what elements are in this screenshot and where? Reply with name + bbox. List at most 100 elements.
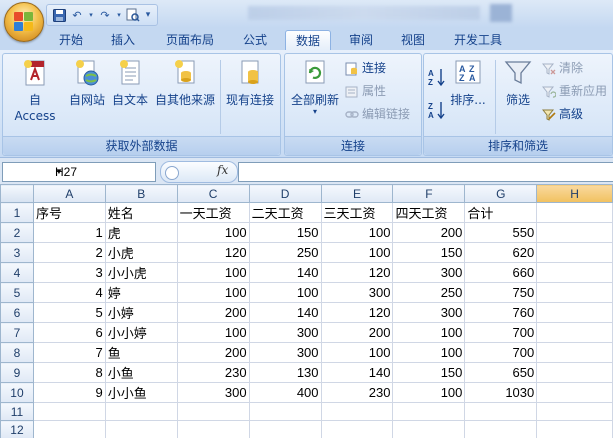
cell[interactable]: 2 [32,242,106,263]
sort-button[interactable]: AZZA 排序... [448,58,488,108]
cell[interactable]: 100 [176,262,250,283]
row-header[interactable]: 11 [0,402,34,421]
cell[interactable]: 300 [392,262,466,283]
cell[interactable]: 750 [464,282,538,303]
row-header[interactable]: 9 [0,362,34,383]
cell[interactable]: 130 [248,362,322,383]
print-preview-icon[interactable] [125,7,141,23]
cell[interactable] [176,402,250,421]
cell[interactable]: 4 [32,282,106,303]
cell[interactable]: 140 [248,262,322,283]
row-header[interactable]: 4 [0,262,34,283]
cell[interactable]: 120 [320,262,394,283]
cell[interactable]: 合计 [464,202,538,223]
row-header[interactable]: 6 [0,302,34,323]
tab-home[interactable]: 开始 [50,30,92,50]
cell[interactable] [536,202,613,223]
cell[interactable]: 700 [464,342,538,363]
cell[interactable]: 120 [176,242,250,263]
sort-descending-button[interactable]: ZA [427,101,447,120]
name-box-dropdown-icon[interactable]: ▼ [55,163,153,181]
cell[interactable]: 100 [392,382,466,403]
cell[interactable] [536,402,613,421]
cell[interactable]: 300 [176,382,250,403]
refresh-all-button[interactable]: 全部刷新 ▾ [288,58,342,116]
row-header[interactable]: 3 [0,242,34,263]
cell[interactable]: 200 [392,222,466,243]
cell[interactable]: 一天工资 [176,202,250,223]
properties-button[interactable]: 属性 [345,83,386,100]
cell[interactable]: 三天工资 [320,202,394,223]
undo-dropdown-icon[interactable]: ▾ [87,7,95,23]
tab-page-layout[interactable]: 页面布局 [158,30,222,50]
cell[interactable] [536,282,613,303]
row-header[interactable]: 12 [0,420,34,438]
cell[interactable]: 小婷 [104,302,178,323]
tab-developer[interactable]: 开发工具 [446,30,510,50]
existing-connections-button[interactable]: 现有连接 [223,58,277,108]
column-header-selected[interactable]: H [536,184,613,203]
clear-filter-button[interactable]: 清除 [542,60,583,77]
formula-input[interactable] [238,162,613,182]
cell[interactable] [536,242,613,263]
office-button[interactable] [4,2,44,42]
cell[interactable]: 100 [176,282,250,303]
cell[interactable]: 7 [32,342,106,363]
cell[interactable]: 100 [392,322,466,343]
cell[interactable]: 100 [248,282,322,303]
filter-button[interactable]: 筛选 [498,58,538,108]
cell[interactable] [320,402,394,421]
cell[interactable] [248,402,322,421]
cell[interactable]: 鱼 [104,342,178,363]
qat-customize-icon[interactable]: ▾ [143,7,153,23]
row-header[interactable]: 2 [0,222,34,243]
cell[interactable]: 小鱼 [104,362,178,383]
from-web-button[interactable]: 自网站 [67,58,107,108]
cell[interactable]: 二天工资 [248,202,322,223]
cell[interactable]: 300 [392,302,466,323]
tab-data[interactable]: 数据 [285,30,331,52]
connections-button[interactable]: 连接 [345,60,386,77]
cell[interactable] [320,420,394,438]
cell[interactable]: 100 [320,242,394,263]
cell[interactable]: 300 [248,342,322,363]
cell[interactable]: 9 [32,382,106,403]
column-header[interactable]: C [176,184,250,203]
column-header[interactable]: B [104,184,178,203]
cell[interactable]: 550 [464,222,538,243]
cell[interactable]: 400 [248,382,322,403]
cell[interactable] [536,302,613,323]
cell[interactable]: 姓名 [104,202,178,223]
cell[interactable] [536,222,613,243]
cell[interactable] [536,322,613,343]
cell[interactable] [104,402,178,421]
cell[interactable]: 200 [176,342,250,363]
row-header[interactable]: 7 [0,322,34,343]
cell[interactable]: 230 [320,382,394,403]
column-header[interactable]: E [320,184,394,203]
cell[interactable]: 100 [392,342,466,363]
cell[interactable]: 婷 [104,282,178,303]
sort-ascending-button[interactable]: AZ [427,68,447,87]
cell[interactable]: 6 [32,322,106,343]
cell[interactable]: 150 [248,222,322,243]
cell[interactable]: 虎 [104,222,178,243]
tab-insert[interactable]: 插入 [102,30,144,50]
cell[interactable]: 760 [464,302,538,323]
cell[interactable]: 小小虎 [104,262,178,283]
edit-links-button[interactable]: 编辑链接 [345,106,410,123]
cell[interactable] [32,420,106,438]
cell[interactable] [536,342,613,363]
cell[interactable]: 小小鱼 [104,382,178,403]
cell[interactable] [536,382,613,403]
cell[interactable] [464,420,538,438]
cell[interactable]: 100 [320,222,394,243]
cell[interactable]: 300 [320,282,394,303]
column-header[interactable]: G [464,184,538,203]
cell[interactable]: 700 [464,322,538,343]
column-header[interactable]: A [32,184,106,203]
tab-view[interactable]: 视图 [392,30,434,50]
column-header[interactable]: D [248,184,322,203]
column-header[interactable]: F [392,184,466,203]
insert-function-icon[interactable]: fx [217,163,228,177]
